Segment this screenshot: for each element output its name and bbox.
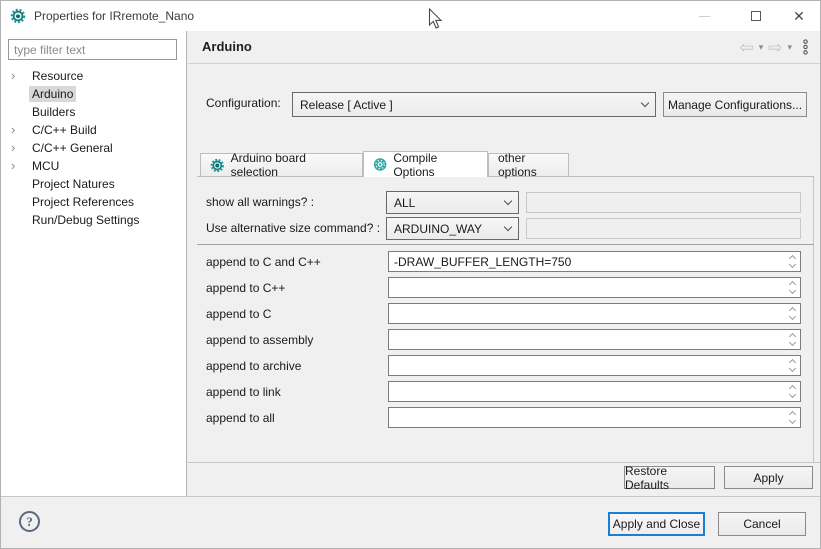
close-button[interactable]: ✕ (782, 1, 816, 31)
close-icon: ✕ (793, 9, 805, 23)
append-archive-field (388, 355, 801, 376)
chevron-down-icon (641, 99, 649, 107)
titlebar: Properties for IRremote_Nano ✕ (1, 1, 820, 31)
back-icon[interactable]: ⇦ (738, 39, 754, 56)
append-link-input[interactable] (389, 382, 800, 401)
append-cpp-field (388, 277, 801, 298)
window-title: Properties for IRremote_Nano (34, 1, 194, 31)
sloeber-gear-icon (10, 8, 26, 24)
sidebar-item-project-natures[interactable]: Project Natures (1, 175, 187, 193)
sloeber-gear-icon (210, 158, 225, 173)
append-c-cpp-label: append to C and C++ (206, 251, 321, 273)
sidebar-item-run-debug-settings[interactable]: Run/Debug Settings (1, 211, 187, 229)
tab-arduino-board-selection[interactable]: Arduino board selection (200, 153, 363, 176)
page-header: Arduino ⇦ ▾ ⇨ ▾ (188, 31, 820, 64)
cancel-button[interactable]: Cancel (718, 512, 806, 536)
page-buttons-separator (188, 462, 821, 463)
append-c-label: append to C (206, 303, 271, 325)
append-c-cpp-field (388, 251, 801, 272)
spinner-icon[interactable] (786, 279, 799, 296)
forward-history-dropdown-icon[interactable]: ▾ (785, 42, 794, 53)
content-border (813, 176, 814, 462)
append-all-field (388, 407, 801, 428)
forward-icon[interactable]: ⇨ (767, 39, 783, 56)
alternative-size-label: Use alternative size command? : (206, 217, 380, 239)
back-history-dropdown-icon[interactable]: ▾ (757, 42, 766, 53)
append-cpp-label: append to C++ (206, 277, 285, 299)
expand-arrow-icon[interactable]: › (11, 67, 23, 84)
append-c-input[interactable] (389, 304, 800, 323)
sidebar-item-cpp-build[interactable]: › C/C++ Build (1, 121, 187, 139)
append-all-input[interactable] (389, 408, 800, 427)
page-title: Arduino (202, 31, 252, 63)
properties-dialog: Properties for IRremote_Nano ✕ › Resourc… (0, 0, 821, 549)
sidebar-item-resource[interactable]: › Resource (1, 67, 187, 85)
sidebar-item-cpp-general[interactable]: › C/C++ General (1, 139, 187, 157)
header-nav: ⇦ ▾ ⇨ ▾ (738, 31, 812, 63)
restore-defaults-button[interactable]: Restore Defaults (624, 466, 715, 489)
spinner-icon[interactable] (786, 357, 799, 374)
compile-gear-icon (373, 157, 387, 172)
sidebar: › Resource Arduino Builders › C/C++ Buil… (1, 31, 187, 496)
show-all-warnings-label: show all warnings? : (206, 191, 314, 213)
sidebar-item-project-references[interactable]: Project References (1, 193, 187, 211)
append-assembly-input[interactable] (389, 330, 800, 349)
chevron-down-icon (504, 197, 512, 205)
configuration-label: Configuration: (206, 91, 281, 115)
maximize-button[interactable] (739, 1, 773, 31)
minimize-icon (699, 16, 710, 17)
append-c-cpp-input[interactable] (389, 252, 800, 271)
apply-button[interactable]: Apply (724, 466, 813, 489)
maximize-icon (751, 11, 761, 21)
spinner-icon[interactable] (786, 331, 799, 348)
sidebar-item-arduino[interactable]: Arduino (1, 85, 187, 103)
help-button[interactable]: ? (19, 511, 40, 532)
spinner-icon[interactable] (786, 253, 799, 270)
tab-other-options[interactable]: other options (488, 153, 569, 176)
expand-arrow-icon[interactable]: › (11, 157, 23, 174)
section-separator (197, 244, 814, 245)
sidebar-item-builders[interactable]: Builders (1, 103, 187, 121)
configuration-select[interactable]: Release [ Active ] (292, 92, 656, 117)
show-all-warnings-custom-field (526, 192, 801, 213)
spinner-icon[interactable] (786, 383, 799, 400)
properties-tree: › Resource Arduino Builders › C/C++ Buil… (1, 67, 187, 229)
alternative-size-select[interactable]: ARDUINO_WAY (386, 217, 519, 240)
expand-arrow-icon[interactable]: › (11, 121, 23, 138)
minimize-button[interactable] (687, 1, 721, 31)
append-link-label: append to link (206, 381, 281, 403)
alternative-size-custom-field (526, 218, 801, 239)
dialog-button-bar: ? Apply and Close Cancel (1, 496, 820, 548)
help-icon: ? (26, 514, 33, 530)
append-cpp-input[interactable] (389, 278, 800, 297)
view-menu-icon[interactable] (796, 39, 812, 55)
filter-input[interactable] (8, 39, 177, 60)
show-all-warnings-select[interactable]: ALL (386, 191, 519, 214)
append-all-label: append to all (206, 407, 275, 429)
append-assembly-label: append to assembly (206, 329, 313, 351)
tab-compile-options[interactable]: Compile Options (363, 151, 488, 177)
apply-and-close-button[interactable]: Apply and Close (608, 512, 705, 536)
append-link-field (388, 381, 801, 402)
expand-arrow-icon[interactable]: › (11, 139, 23, 156)
manage-configurations-button[interactable]: Manage Configurations... (663, 92, 807, 117)
spinner-icon[interactable] (786, 409, 799, 426)
append-assembly-field (388, 329, 801, 350)
append-c-field (388, 303, 801, 324)
chevron-down-icon (504, 223, 512, 231)
sidebar-item-mcu[interactable]: › MCU (1, 157, 187, 175)
append-archive-input[interactable] (389, 356, 800, 375)
spinner-icon[interactable] (786, 305, 799, 322)
append-archive-label: append to archive (206, 355, 301, 377)
